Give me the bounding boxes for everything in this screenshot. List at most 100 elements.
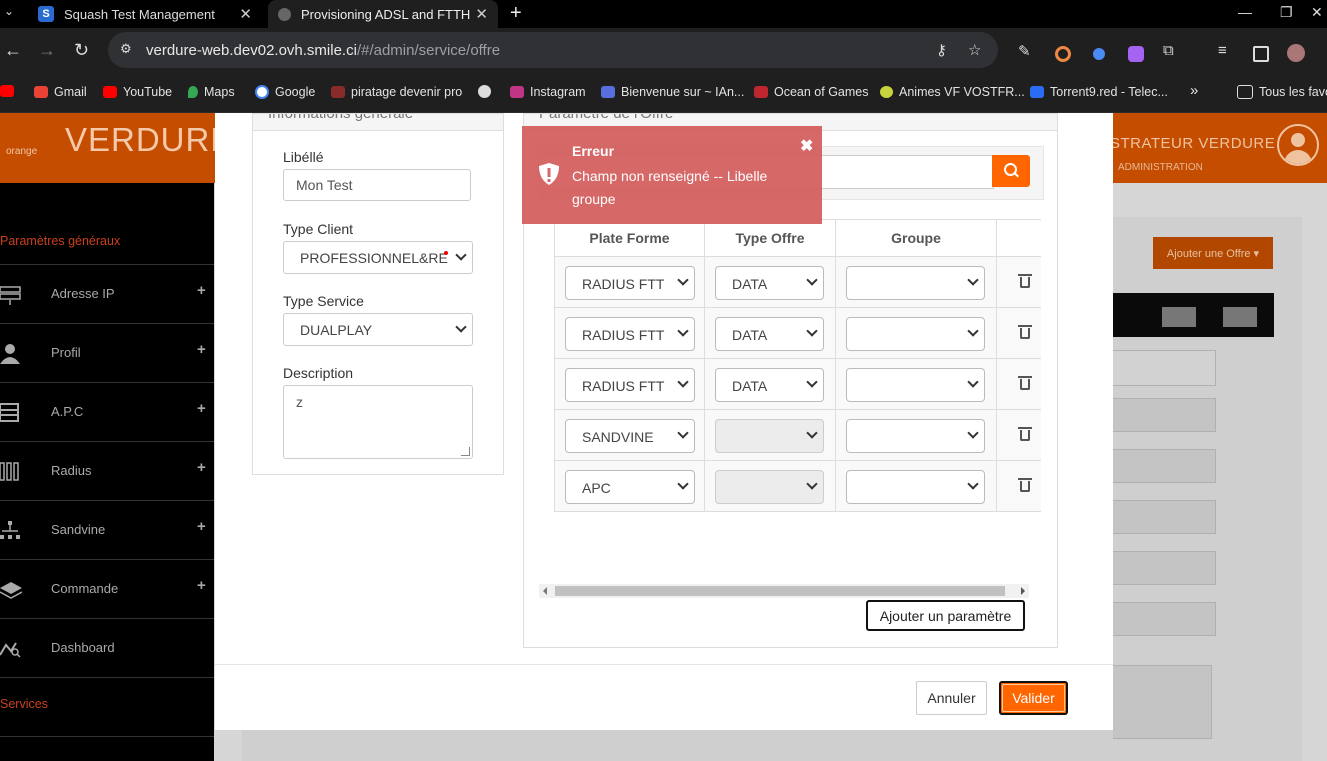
site-info-icon[interactable]: ⚙: [120, 41, 136, 57]
sidebar-item-adresse-ip[interactable]: Adresse IP +: [0, 264, 214, 323]
extension-purple-icon[interactable]: [1128, 46, 1144, 62]
bookmark-youtube[interactable]: YouTube: [103, 85, 172, 99]
bookmark-torrent[interactable]: Torrent9.red - Telec...: [1030, 85, 1168, 99]
bookmark-bienvenue[interactable]: Bienvenue sur ~ IAn...: [601, 85, 744, 99]
search-button[interactable]: [992, 155, 1030, 187]
plateforme-select[interactable]: APC: [565, 470, 695, 504]
groupe-select[interactable]: [846, 317, 985, 351]
trash-icon[interactable]: [1018, 274, 1032, 288]
toast-close-icon[interactable]: ✖: [800, 136, 813, 156]
maximize-icon[interactable]: ❐: [1280, 4, 1293, 21]
trash-icon[interactable]: [1018, 478, 1032, 492]
extension-color-icon[interactable]: [1055, 46, 1071, 62]
bookmark-gmail[interactable]: Gmail: [34, 85, 87, 99]
info-panel: Informations générale Libéllé Mon Test T…: [252, 113, 504, 475]
cancel-button[interactable]: Annuler: [916, 681, 987, 715]
close-window-icon[interactable]: ✕: [1311, 4, 1323, 21]
type-offre-select[interactable]: [715, 470, 824, 504]
tab-provisioning[interactable]: Provisioning ADSL and FTTH ✕: [268, 0, 498, 28]
groupe-select[interactable]: [846, 266, 985, 300]
expand-plus-icon[interactable]: +: [197, 459, 206, 476]
password-key-icon[interactable]: ⚷: [936, 41, 947, 59]
type-client-select[interactable]: PROFESSIONNEL&RE: [283, 241, 473, 274]
bookmark-star-icon[interactable]: ☆: [968, 41, 981, 59]
expand-plus-icon[interactable]: +: [197, 341, 206, 358]
tab-search-icon[interactable]: ⌄: [4, 4, 14, 18]
bookmark-folder[interactable]: Tous les favo: [1237, 85, 1327, 99]
scroll-left-icon[interactable]: [543, 587, 547, 595]
eyedropper-icon[interactable]: ✎: [1018, 42, 1034, 60]
reload-icon[interactable]: ↻: [74, 41, 89, 59]
sidebar-item-radius[interactable]: Radius +: [0, 441, 214, 500]
tab-squash[interactable]: S Squash Test Management ✕: [28, 0, 262, 28]
background-field: [1113, 602, 1216, 636]
new-tab-icon[interactable]: +: [510, 2, 522, 25]
groupe-select[interactable]: [846, 470, 985, 504]
plateforme-select[interactable]: RADIUS FTT: [565, 368, 695, 402]
sidebar-item-commande[interactable]: Commande +: [0, 559, 214, 618]
toast-title: Erreur: [572, 143, 615, 159]
expand-plus-icon[interactable]: +: [197, 400, 206, 417]
bookmark-item[interactable]: [0, 85, 20, 97]
bookmark-maps[interactable]: Maps: [188, 85, 235, 99]
table-horizontal-scrollbar[interactable]: [539, 584, 1029, 598]
bookmark-google[interactable]: Google: [255, 85, 315, 99]
profile-avatar[interactable]: [1287, 44, 1305, 62]
add-parameter-button[interactable]: Ajouter un paramètre: [866, 600, 1025, 631]
extension-blue-icon[interactable]: [1093, 48, 1105, 60]
type-service-select[interactable]: DUALPLAY: [283, 313, 473, 346]
type-client-label: Type Client: [283, 221, 354, 237]
forward-icon[interactable]: →: [38, 41, 56, 59]
bookmark-globe[interactable]: [478, 85, 497, 98]
sidebar-item-profil[interactable]: Profil +: [0, 323, 214, 382]
type-offre-select[interactable]: DATA: [715, 317, 824, 351]
expand-plus-icon[interactable]: +: [197, 518, 206, 535]
type-offre-select[interactable]: DATA: [715, 368, 824, 402]
groupe-select[interactable]: [846, 368, 985, 402]
plateforme-select[interactable]: RADIUS FTT: [565, 317, 695, 351]
scroll-right-icon[interactable]: [1021, 587, 1025, 595]
type-offre-select[interactable]: DATA: [715, 266, 824, 300]
resize-handle-icon[interactable]: [461, 447, 470, 456]
sidebar-item-apc[interactable]: A.P.C +: [0, 382, 214, 441]
libelle-input[interactable]: Mon Test: [283, 169, 471, 201]
extensions-puzzle-icon[interactable]: ⧉: [1163, 42, 1179, 59]
expand-plus-icon[interactable]: +: [197, 282, 206, 299]
description-textarea[interactable]: z: [283, 385, 473, 459]
type-offre-select[interactable]: [715, 419, 824, 453]
bookmarks-more-icon[interactable]: »: [1190, 82, 1198, 99]
maps-pin-icon: [188, 86, 198, 98]
site-icon: [880, 86, 893, 98]
bookmark-ocean[interactable]: Ocean of Games: [754, 85, 869, 99]
background-field: [1113, 350, 1216, 386]
trash-icon[interactable]: [1018, 427, 1032, 441]
bookmark-instagram[interactable]: Instagram: [510, 85, 586, 99]
side-panel-icon[interactable]: [1253, 46, 1269, 62]
edit-button[interactable]: [1162, 307, 1196, 327]
reading-list-icon[interactable]: ≡: [1218, 42, 1234, 59]
add-offer-button[interactable]: Ajouter une Offre ▾: [1153, 237, 1273, 269]
trash-icon[interactable]: [1018, 325, 1032, 339]
groupe-select[interactable]: [846, 419, 985, 453]
expand-plus-icon[interactable]: +: [197, 577, 206, 594]
bookmark-animes[interactable]: Animes VF VOSTFR...: [880, 85, 1025, 99]
sidebar-item-sandvine[interactable]: Sandvine +: [0, 500, 214, 559]
minimize-icon[interactable]: —: [1238, 4, 1252, 20]
plateforme-select[interactable]: RADIUS FTT: [565, 266, 695, 300]
submit-button[interactable]: Valider: [999, 681, 1068, 715]
url-text[interactable]: verdure-web.dev02.ovh.smile.ci/#/admin/s…: [146, 42, 500, 59]
scrollbar-thumb[interactable]: [555, 586, 1005, 596]
delete-button[interactable]: [1223, 307, 1257, 327]
close-tab-icon[interactable]: ✕: [239, 5, 252, 23]
back-icon[interactable]: ←: [4, 41, 22, 59]
type-service-label: Type Service: [283, 293, 364, 309]
plateforme-select[interactable]: SANDVINE: [565, 419, 695, 453]
background-field: [1113, 551, 1216, 585]
user-avatar-icon[interactable]: [1277, 124, 1319, 166]
bookmark-piratage[interactable]: piratage devenir pro: [331, 85, 462, 99]
tab-title: Provisioning ADSL and FTTH: [301, 6, 471, 22]
sidebar-item-dashboard[interactable]: Dashboard: [0, 618, 214, 677]
address-bar[interactable]: ⚙ verdure-web.dev02.ovh.smile.ci/#/admin…: [108, 32, 998, 68]
trash-icon[interactable]: [1018, 376, 1032, 390]
close-tab-icon[interactable]: ✕: [475, 5, 488, 23]
